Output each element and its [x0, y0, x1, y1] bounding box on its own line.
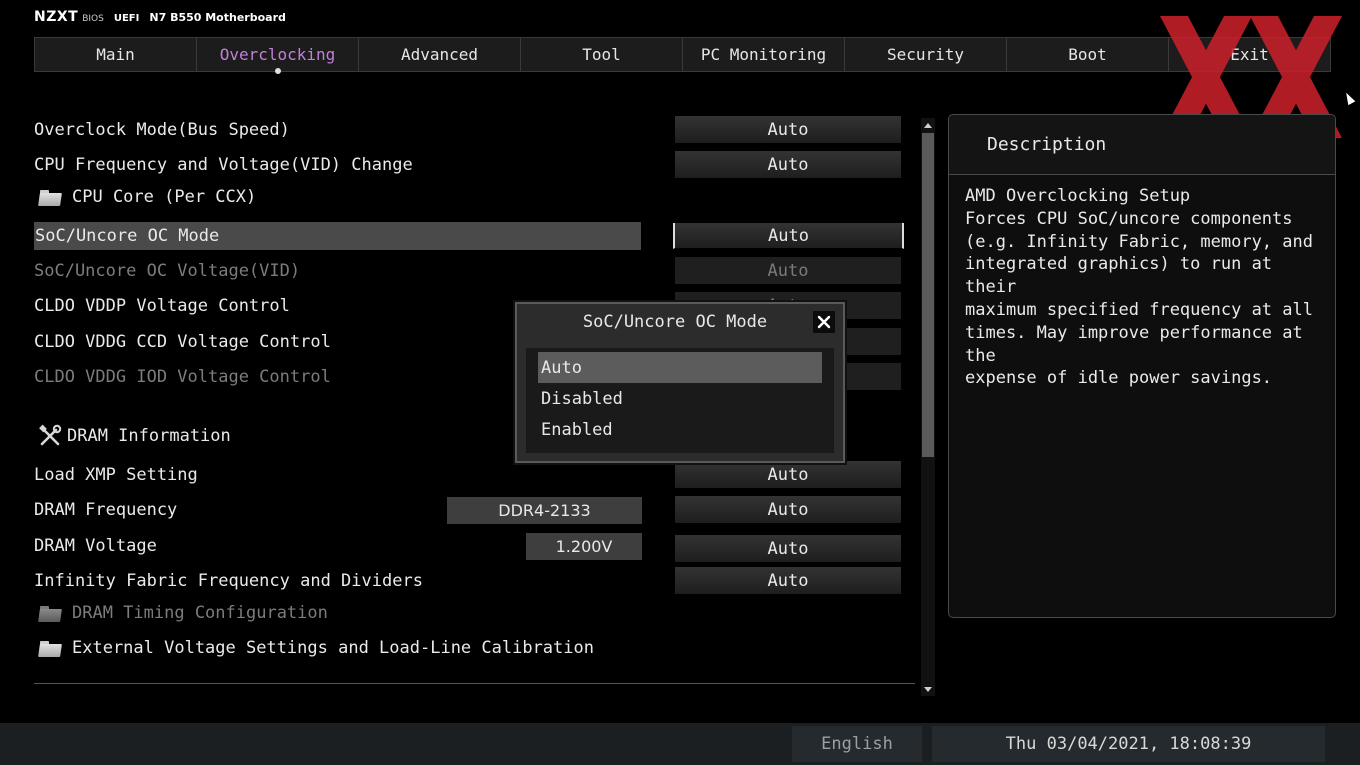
description-text: AMD Overclocking Setup Forces CPU SoC/un… — [965, 186, 1313, 389]
tools-icon — [39, 424, 62, 446]
tab-overclocking-label: Overclocking — [219, 45, 336, 64]
option-disabled[interactable]: Disabled — [538, 383, 822, 414]
mouse-cursor — [1342, 90, 1356, 106]
soc-oc-voltage-value: Auto — [675, 257, 901, 285]
settings-scrollbar[interactable] — [921, 118, 935, 696]
date-time: Thu 03/04/2021, 18:08:39 — [932, 726, 1325, 762]
uefi-label: UEFI — [113, 13, 140, 24]
setting-label: CPU Frequency and Voltage(VID) Change — [34, 155, 413, 175]
scroll-down-icon[interactable] — [924, 687, 932, 692]
setting-overclock-mode[interactable]: Overclock Mode(Bus Speed) — [34, 116, 290, 144]
submenu-external-voltage[interactable]: External Voltage Settings and Load-Line … — [34, 634, 594, 662]
setting-soc-oc-voltage: SoC/Uncore OC Voltage(VID) — [34, 257, 300, 285]
option-popup: SoC/Uncore OC Mode Auto Disabled Enabled — [515, 302, 845, 463]
setting-label: Infinity Fabric Frequency and Dividers — [34, 571, 423, 591]
dram-voltage-current: 1.200V — [526, 533, 642, 560]
setting-label: Load XMP Setting — [34, 465, 198, 485]
section-label: DRAM Information — [67, 426, 231, 446]
submenu-label: DRAM Timing Configuration — [72, 603, 328, 623]
cpu-frequency-voltage-value[interactable]: Auto — [675, 151, 901, 179]
submenu-label: CPU Core (Per CCX) — [72, 187, 257, 207]
setting-infinity-fabric[interactable]: Infinity Fabric Frequency and Dividers — [34, 567, 423, 595]
option-enabled[interactable]: Enabled — [538, 414, 822, 445]
dram-frequency-value[interactable]: Auto — [675, 496, 901, 524]
load-xmp-value[interactable]: Auto — [675, 461, 901, 489]
bios-label: BIOS — [82, 14, 104, 24]
scroll-up-icon[interactable] — [924, 123, 932, 128]
scrollbar-thumb[interactable] — [922, 133, 934, 457]
submenu-cpu-core[interactable]: CPU Core (Per CCX) — [34, 183, 256, 211]
status-bar: English Thu 03/04/2021, 18:08:39 — [0, 723, 1360, 765]
brand-logo: NZXT — [34, 9, 79, 25]
tab-main[interactable]: Main — [35, 38, 197, 71]
language-selector[interactable]: English — [792, 726, 922, 762]
tab-tool[interactable]: Tool — [521, 38, 683, 71]
setting-label: CLDO VDDP Voltage Control — [34, 296, 290, 316]
tab-overclocking[interactable]: Overclocking — [197, 38, 359, 74]
popup-option-list: Auto Disabled Enabled — [526, 348, 834, 453]
popup-title: SoC/Uncore OC Mode — [582, 312, 768, 332]
close-button[interactable] — [813, 311, 835, 333]
overclock-mode-value[interactable]: Auto — [675, 116, 901, 144]
submenu-dram-timing[interactable]: DRAM Timing Configuration — [34, 599, 328, 627]
folder-icon — [39, 189, 63, 206]
submenu-label: External Voltage Settings and Load-Line … — [72, 638, 594, 658]
setting-dram-frequency[interactable]: DRAM Frequency — [34, 496, 177, 524]
infinity-fabric-value[interactable]: Auto — [675, 567, 901, 595]
setting-cldo-vddp[interactable]: CLDO VDDP Voltage Control — [34, 292, 290, 320]
setting-label: SoC/Uncore OC Mode — [35, 226, 220, 246]
setting-cpu-frequency-voltage[interactable]: CPU Frequency and Voltage(VID) Change — [34, 151, 413, 179]
tab-boot[interactable]: Boot — [1007, 38, 1169, 71]
description-title: Description — [949, 115, 1335, 175]
bios-brand: NZXT BIOS UEFI N7 B550 Motherboard — [34, 9, 286, 27]
description-panel: Description AMD Overclocking Setup Force… — [948, 114, 1336, 618]
dram-frequency-current: DDR4-2133 — [447, 497, 642, 524]
close-icon — [817, 315, 831, 329]
tab-advanced[interactable]: Advanced — [359, 38, 521, 71]
setting-load-xmp[interactable]: Load XMP Setting — [34, 461, 198, 489]
board-name: N7 B550 Motherboard — [149, 11, 286, 24]
option-auto[interactable]: Auto — [538, 352, 822, 383]
active-tab-indicator — [274, 68, 281, 74]
list-divider — [34, 683, 915, 684]
main-tab-bar: Main Overclocking Advanced Tool PC Monit… — [34, 37, 1331, 74]
section-dram-information: DRAM Information — [34, 422, 231, 450]
tab-pc-monitoring[interactable]: PC Monitoring — [683, 38, 845, 71]
soc-oc-mode-value[interactable]: Auto — [673, 223, 904, 249]
folder-icon — [39, 605, 63, 622]
setting-label: CLDO VDDG CCD Voltage Control — [34, 332, 331, 352]
tab-security[interactable]: Security — [845, 38, 1007, 71]
setting-dram-voltage[interactable]: DRAM Voltage — [34, 532, 157, 560]
dram-voltage-value[interactable]: Auto — [675, 535, 901, 563]
setting-label: DRAM Frequency — [34, 500, 178, 520]
setting-cldo-vddg-ccd[interactable]: CLDO VDDG CCD Voltage Control — [34, 328, 331, 356]
setting-label: CLDO VDDG IOD Voltage Control — [34, 367, 331, 387]
folder-icon — [39, 640, 63, 657]
setting-soc-oc-mode[interactable]: SoC/Uncore OC Mode — [34, 222, 641, 250]
setting-label: SoC/Uncore OC Voltage(VID) — [34, 261, 301, 281]
setting-label: DRAM Voltage — [34, 536, 157, 556]
setting-label: Overclock Mode(Bus Speed) — [34, 120, 290, 140]
setting-cldo-vddg-iod: CLDO VDDG IOD Voltage Control — [34, 363, 331, 391]
